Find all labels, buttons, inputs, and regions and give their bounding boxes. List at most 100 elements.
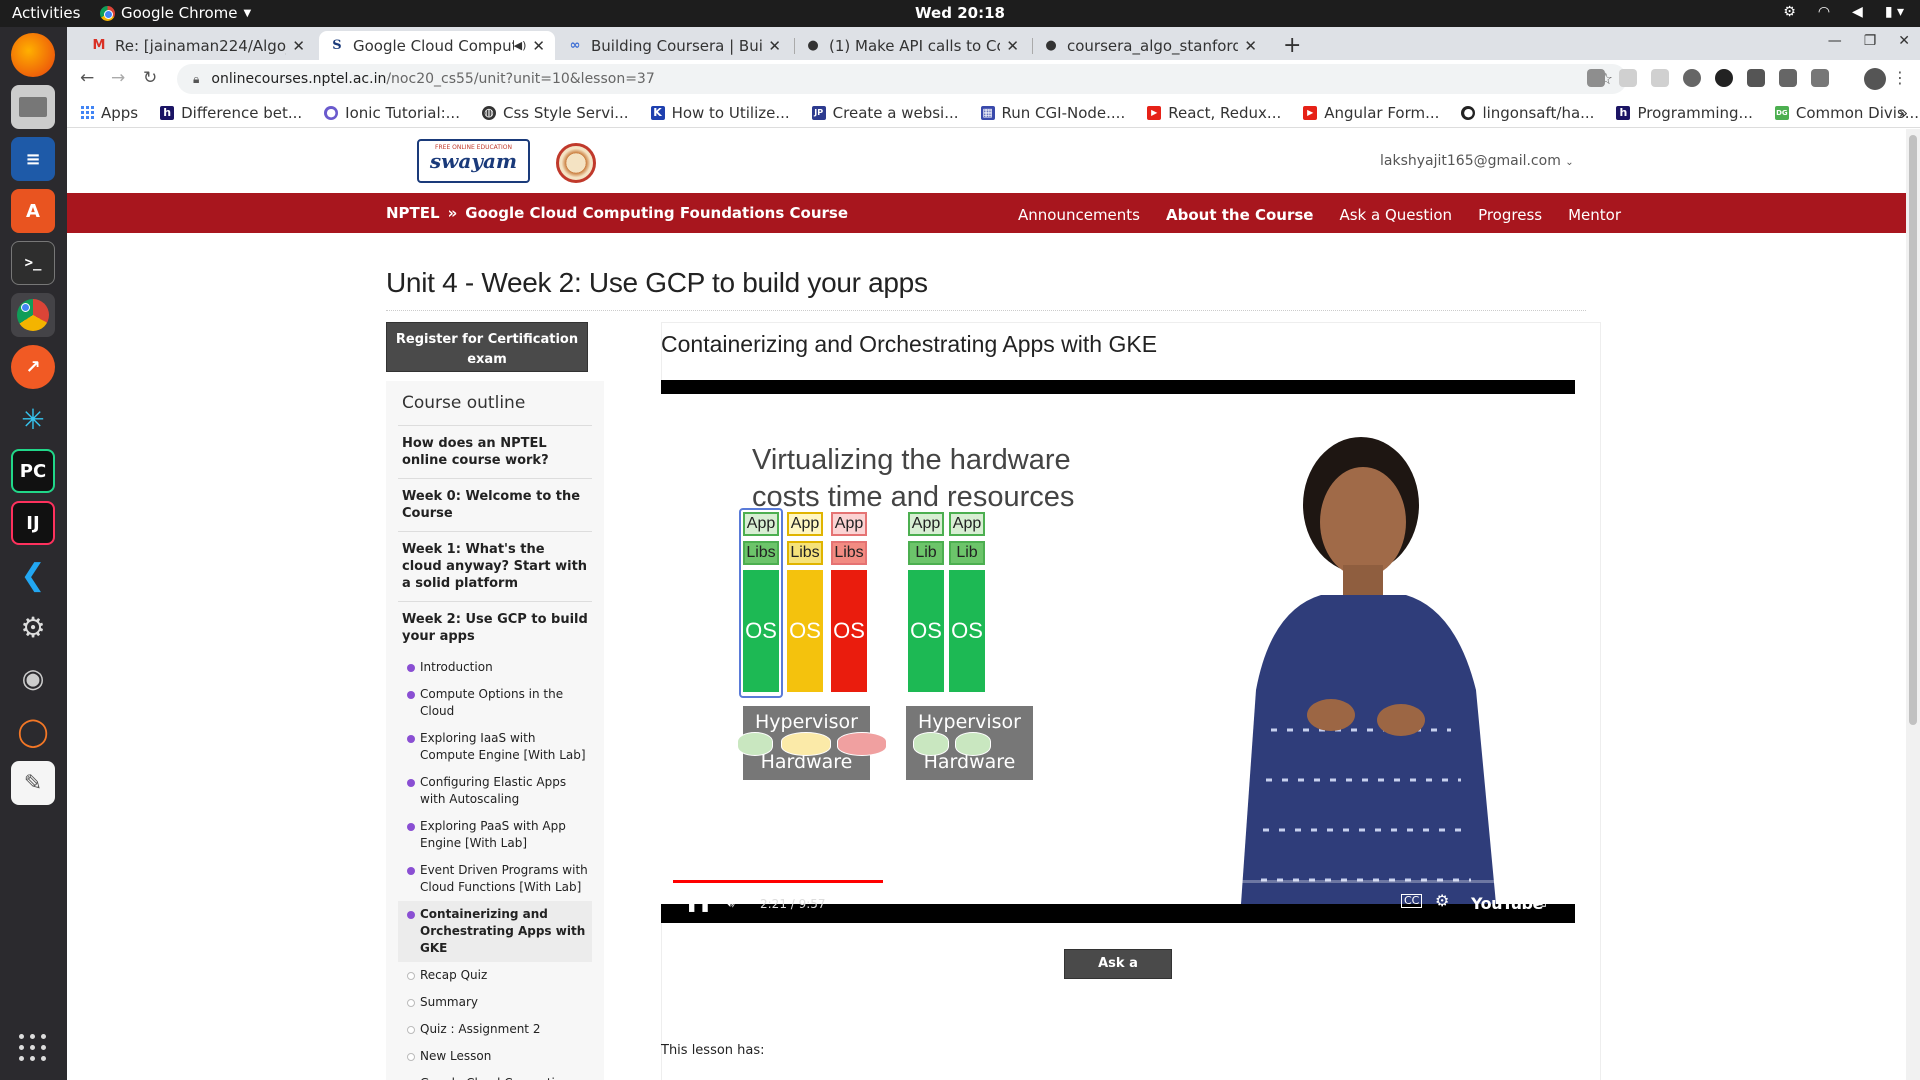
bookmark-item[interactable]: ▦ Run CGI-Node.... <box>980 104 1125 122</box>
new-tab-button[interactable]: + <box>1283 33 1301 58</box>
intellij-icon[interactable]: IJ <box>11 501 55 545</box>
close-window-icon[interactable]: ✕ <box>1898 33 1910 49</box>
bookmark-item[interactable]: ◍ Css Style Servi... <box>481 104 629 122</box>
nav-announcements[interactable]: Announcements <box>1018 206 1140 224</box>
outline-lesson[interactable]: New Lesson <box>398 1043 592 1070</box>
pycharm-icon[interactable]: PC <box>11 449 55 493</box>
reload-icon[interactable]: ↻ <box>143 68 157 88</box>
forward-icon[interactable]: → <box>111 68 125 88</box>
firefox-icon[interactable] <box>11 33 55 77</box>
outline-lesson[interactable]: Google Cloud Computing <box>398 1070 592 1080</box>
bookmark-item[interactable]: ▶ Angular Form... <box>1303 104 1439 122</box>
nav-about-course[interactable]: About the Course <box>1166 206 1313 224</box>
outline-lesson[interactable]: Compute Options in the Cloud <box>398 681 592 725</box>
audio-playing-icon[interactable]: ◀) <box>514 39 527 52</box>
tab-api-calls[interactable]: ● (1) Make API calls to Cours ✕ <box>795 31 1029 60</box>
tab-gmail[interactable]: M Re: [jainaman224/Algo_D ✕ <box>81 31 315 60</box>
volume-icon[interactable]: 🔊︎ <box>725 892 735 912</box>
nav-progress[interactable]: Progress <box>1478 206 1542 224</box>
bookmark-item[interactable]: h Difference bet... <box>160 104 302 122</box>
tab-coursera-algo[interactable]: ● coursera_algo_stanford/ ✕ <box>1033 31 1267 60</box>
postman-icon[interactable]: ↗ <box>11 345 55 389</box>
breadcrumb-nptel[interactable]: NPTEL <box>386 204 440 222</box>
outline-week[interactable]: How does an NPTEL online course work? <box>398 426 592 479</box>
video-progress-bar[interactable] <box>673 880 1563 883</box>
bookmarks-overflow-icon[interactable]: » <box>1899 104 1908 122</box>
bookmark-apps[interactable]: Apps <box>81 104 138 122</box>
outline-lesson[interactable]: Exploring IaaS with Compute Engine [With… <box>398 725 592 769</box>
tools-icon[interactable]: ⚙ <box>11 605 55 649</box>
volume-icon[interactable]: ◀ <box>1852 4 1863 20</box>
nptel-emblem-icon[interactable] <box>556 143 596 183</box>
terminal-icon[interactable]: >_ <box>11 241 55 285</box>
video-player[interactable]: Virtualizing the hardware costs time and… <box>661 380 1575 923</box>
breadcrumb-course[interactable]: Google Cloud Computing Foundations Cours… <box>465 204 848 222</box>
bookmark-item[interactable]: ▶ React, Redux... <box>1147 104 1281 122</box>
outline-week[interactable]: Week 2: Use GCP to build your apps <box>398 602 592 654</box>
wifi-icon[interactable]: ◠ <box>1818 4 1830 20</box>
bookmark-item[interactable]: ● lingonsaft/ha... <box>1461 104 1594 122</box>
camera-extension-icon[interactable] <box>1587 69 1605 87</box>
scrollbar-thumb[interactable] <box>1909 135 1917 725</box>
reading-list-icon[interactable] <box>1811 69 1829 87</box>
bookmark-item[interactable]: DG Common Divis... <box>1774 104 1919 122</box>
text-editor-icon[interactable]: ✎ <box>11 761 55 805</box>
bookmark-item[interactable]: K How to Utilize... <box>650 104 790 122</box>
register-certification-button[interactable]: Register for Certification exam <box>386 322 588 372</box>
extension-icon[interactable] <box>1619 69 1637 87</box>
bookmark-item[interactable]: ● Ionic Tutorial:... <box>324 104 460 122</box>
outline-lesson[interactable]: Recap Quiz <box>398 962 592 989</box>
chrome-dock-icon[interactable] <box>11 293 55 337</box>
outline-lesson[interactable]: Configuring Elastic Apps with Autoscalin… <box>398 769 592 813</box>
close-icon[interactable]: ✕ <box>532 37 545 55</box>
extension-icon[interactable] <box>1747 69 1765 87</box>
close-icon[interactable]: ✕ <box>1006 37 1019 55</box>
jupyter-icon[interactable]: ◯ <box>11 709 55 753</box>
outline-lesson[interactable]: Containerizing and Orchestrating Apps wi… <box>398 901 592 962</box>
outline-lesson[interactable]: Introduction <box>398 654 592 681</box>
extension-icon[interactable] <box>1651 69 1669 87</box>
profile-avatar[interactable] <box>1864 68 1886 90</box>
eyedropper-extension-icon[interactable] <box>1779 69 1797 87</box>
captions-icon[interactable]: CC <box>1401 894 1423 908</box>
user-menu[interactable]: lakshyajit165@gmail.com ⌄ <box>1380 153 1574 169</box>
bookmark-item[interactable]: JP Create a websi... <box>811 104 959 122</box>
swayam-logo[interactable]: FREE ONLINE EDUCATION swayam <box>417 139 530 183</box>
ask-question-button[interactable]: Ask a question <box>1064 949 1172 999</box>
extension-icon[interactable] <box>1683 69 1701 87</box>
settings-icon[interactable]: ⚙ <box>1783 4 1796 20</box>
outline-week[interactable]: Week 1: What's the cloud anyway? Start w… <box>398 532 592 602</box>
page-scrollbar[interactable] <box>1906 129 1920 1080</box>
outline-lesson[interactable]: Event Driven Programs with Cloud Functio… <box>398 857 592 901</box>
fullscreen-icon[interactable]: ⛶ <box>1535 891 1546 911</box>
close-icon[interactable]: ✕ <box>768 37 781 55</box>
gimp-icon[interactable]: ◉ <box>11 657 55 701</box>
minimize-icon[interactable]: — <box>1828 33 1842 49</box>
nav-mentor[interactable]: Mentor <box>1568 206 1621 224</box>
slack-icon[interactable]: ✳ <box>11 397 55 441</box>
system-tray[interactable]: ⚙ ◠ ◀ ▮ ▾ <box>1783 4 1904 20</box>
restore-icon[interactable]: ❐ <box>1864 33 1877 49</box>
outline-week[interactable]: Week 0: Welcome to the Course <box>398 479 592 532</box>
tab-building-coursera[interactable]: ∞ Building Coursera | Buildi ✕ <box>557 31 791 60</box>
lock-icon[interactable]: 🔒︎ <box>193 72 199 87</box>
settings-gear-icon[interactable]: ⚙ <box>1435 891 1449 910</box>
show-applications-icon[interactable] <box>19 1034 47 1062</box>
outline-lesson[interactable]: Summary <box>398 989 592 1016</box>
youtube-logo[interactable]: YouTube <box>1471 894 1543 913</box>
close-icon[interactable]: ✕ <box>1244 37 1257 55</box>
nav-ask-question[interactable]: Ask a Question <box>1339 206 1452 224</box>
more-menu-icon[interactable]: ⋮ <box>1892 68 1908 87</box>
writer-icon[interactable]: ≡ <box>11 137 55 181</box>
close-icon[interactable]: ✕ <box>292 37 305 55</box>
extension-icon[interactable] <box>1715 69 1733 87</box>
software-center-icon[interactable]: A <box>11 189 55 233</box>
files-icon[interactable] <box>11 85 55 129</box>
pause-icon[interactable]: ❚❚ <box>685 893 712 912</box>
outline-lesson[interactable]: Quiz : Assignment 2 <box>398 1016 592 1043</box>
back-icon[interactable]: ← <box>80 68 94 88</box>
address-bar[interactable]: 🔒︎ onlinecourses.nptel.ac.in/noc20_cs55/… <box>177 64 1627 94</box>
system-clock[interactable]: Wed 20:18 <box>0 4 1920 22</box>
outline-lesson[interactable]: Exploring PaaS with App Engine [With Lab… <box>398 813 592 857</box>
battery-icon[interactable]: ▮ ▾ <box>1885 4 1904 20</box>
